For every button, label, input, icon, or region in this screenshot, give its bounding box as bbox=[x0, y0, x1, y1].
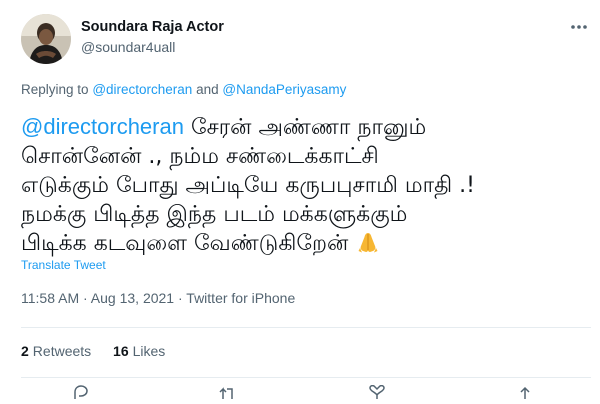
action-bar bbox=[0, 384, 600, 400]
tweet-line: பிடிக்க கடவுளை வேண்டுகிறேன் bbox=[21, 229, 591, 262]
author-handle[interactable]: @soundar4uall bbox=[81, 39, 175, 55]
divider bbox=[21, 327, 591, 328]
tweet-stats: 2 Retweets 16 Likes bbox=[21, 343, 183, 359]
reply-icon[interactable] bbox=[71, 385, 91, 400]
meta-separator: · bbox=[174, 290, 187, 306]
retweet-icon[interactable] bbox=[218, 385, 238, 400]
folded-hands-icon bbox=[357, 230, 379, 262]
author-name[interactable]: Soundara Raja Actor bbox=[81, 19, 224, 35]
divider bbox=[21, 377, 591, 378]
more-icon[interactable] bbox=[568, 16, 590, 38]
tweet-meta: 11:58 AM · Aug 13, 2021 · Twitter for iP… bbox=[21, 290, 295, 306]
avatar[interactable] bbox=[21, 14, 71, 64]
tweet-line: நமக்கு பிடித்த இந்த படம் மக்களுக்கும் bbox=[21, 202, 408, 227]
tweet-line: எடுக்கும் போது அப்டியே கருபபுசாமி மாதி .… bbox=[21, 173, 475, 198]
tweet-time[interactable]: 11:58 AM bbox=[21, 290, 79, 306]
reply-mention-link[interactable]: @NandaPeriyasamy bbox=[222, 82, 346, 97]
replying-to-conjunction: and bbox=[196, 82, 219, 97]
replying-to: Replying to @directorcheran and @NandaPe… bbox=[21, 82, 346, 97]
tweet-card: Soundara Raja Actor @soundar4uall Replyi… bbox=[0, 0, 600, 400]
retweets-count: 2 bbox=[21, 343, 29, 359]
likes-stat[interactable]: 16 Likes bbox=[113, 343, 165, 359]
tweet-line: சொன்னேன் ., நம்ம சண்டைக்காட்சி bbox=[21, 144, 379, 169]
meta-separator: · bbox=[79, 290, 91, 306]
reply-mention-link[interactable]: @directorcheran bbox=[92, 82, 192, 97]
retweets-label: Retweets bbox=[32, 343, 92, 359]
like-icon[interactable] bbox=[367, 384, 387, 400]
tweet-line: @directorcheran சேரன் அண்ணா நானும் bbox=[21, 112, 591, 142]
tweet-text: @directorcheran சேரன் அண்ணா நானும் சொன்ன… bbox=[21, 112, 591, 262]
likes-count: 16 bbox=[113, 343, 129, 359]
tweet-date[interactable]: Aug 13, 2021 bbox=[91, 290, 174, 306]
replying-to-label: Replying to bbox=[21, 82, 89, 97]
translate-tweet-link[interactable]: Translate Tweet bbox=[21, 258, 106, 272]
tweet-line-text: பிடிக்க கடவுளை வேண்டுகிறேன் bbox=[21, 231, 349, 256]
tweet-source[interactable]: Twitter for iPhone bbox=[186, 290, 295, 306]
share-icon[interactable] bbox=[515, 385, 535, 400]
retweets-stat[interactable]: 2 Retweets bbox=[21, 343, 91, 359]
mention-link[interactable]: @directorcheran bbox=[21, 114, 184, 139]
likes-label: Likes bbox=[132, 343, 166, 359]
tweet-line-text: சேரன் அண்ணா நானும் bbox=[183, 115, 427, 140]
